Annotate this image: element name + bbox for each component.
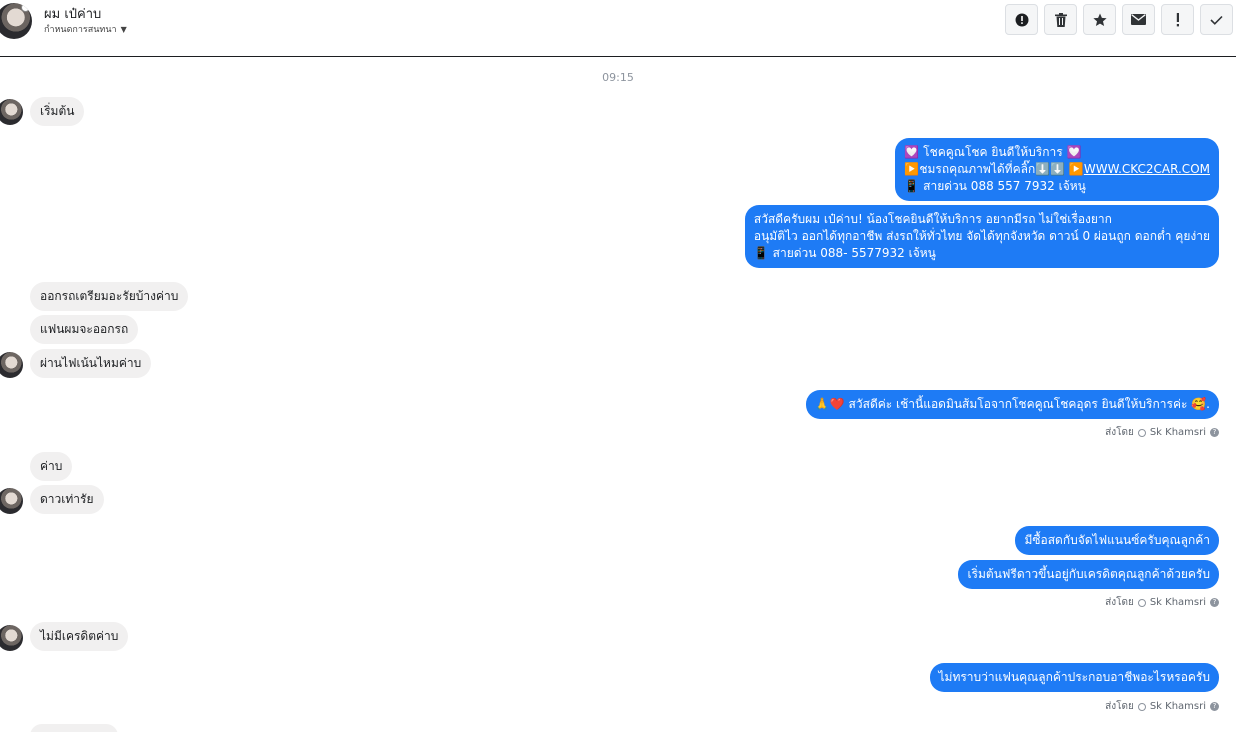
incoming-message[interactable]: แฟนผมจะออกรถ: [30, 315, 139, 344]
sent-by-label: ส่งโดย Sk Khamsri ?: [1105, 425, 1219, 440]
help-icon[interactable]: ?: [1210, 702, 1219, 711]
sent-by-prefix: ส่งโดย: [1105, 427, 1134, 438]
outgoing-message[interactable]: เริ่มต้นฟรีดาวขึ้นอยู่กับเครดิตคุณลูกค้า…: [958, 560, 1219, 589]
mark-done-button[interactable]: [1200, 4, 1233, 35]
contact-name[interactable]: ผม เป๋ค่าบ: [44, 3, 101, 24]
report-button[interactable]: [1005, 4, 1038, 35]
conversation-settings-label: กำหนดการสนทนา: [44, 25, 117, 35]
message-text: ▶️ชมรถคุณภาพได้ที่คลิ๊ก⬇️⬇️ ▶️: [904, 162, 1084, 176]
help-icon[interactable]: ?: [1210, 598, 1219, 607]
sender-name: Sk Khamsri: [1149, 427, 1206, 438]
status-indicator: [21, 3, 30, 12]
incoming-message[interactable]: ผ่านไฟเน้นไหมค่าบ: [30, 349, 152, 378]
page-icon: [1137, 702, 1146, 711]
incoming-message[interactable]: ออกรถเตรียมอะรัยบ้างค่าบ: [30, 282, 189, 311]
contact-avatar[interactable]: [0, 488, 23, 514]
header-toolbar: [1005, 4, 1233, 35]
star-button[interactable]: [1083, 4, 1116, 35]
contact-avatar[interactable]: [0, 352, 23, 378]
exclamation-circle-icon: [1015, 13, 1028, 26]
message-line: 📱 สายด่วน 088- 5577932 เจ้หนู: [753, 246, 936, 260]
incoming-message[interactable]: ดาวเท่ารัย: [30, 485, 104, 514]
message-line: 📱 สายด่วน 088 557 7932 เจ้หนู: [904, 179, 1086, 193]
mark-unread-button[interactable]: [1122, 4, 1155, 35]
delete-button[interactable]: [1044, 4, 1077, 35]
conversation-header: ผม เป๋ค่าบ กำหนดการสนทนา ▼: [0, 0, 1236, 57]
sent-by-label: ส่งโดย Sk Khamsri ?: [1105, 699, 1219, 714]
incoming-message[interactable]: [30, 724, 118, 732]
outgoing-message[interactable]: ไม่ทราบว่าแฟนคุณลูกค้าประกอบอาชีพอะไรหรอ…: [929, 663, 1219, 692]
trash-icon: [1054, 12, 1067, 27]
incoming-message[interactable]: ค่าบ: [30, 452, 73, 481]
page-icon: [1137, 598, 1146, 607]
message-line: 💟 โชคคูณโชค ยินดีให้บริการ 💟: [904, 145, 1082, 159]
envelope-icon: [1131, 14, 1146, 25]
sent-by-label: ส่งโดย Sk Khamsri ?: [1105, 595, 1219, 610]
sent-by-prefix: ส่งโดย: [1105, 701, 1134, 712]
conversation-settings-dropdown[interactable]: กำหนดการสนทนา ▼: [44, 22, 127, 36]
exclamation-icon: [1176, 12, 1179, 26]
sender-name: Sk Khamsri: [1149, 701, 1206, 712]
outgoing-message[interactable]: สวัสดีครับผม เป๋ค่าบ! น้องโชคยินดีให้บริ…: [744, 205, 1219, 268]
sent-by-prefix: ส่งโดย: [1105, 597, 1134, 608]
help-icon[interactable]: ?: [1210, 428, 1219, 437]
sender-name: Sk Khamsri: [1149, 597, 1206, 608]
website-link[interactable]: WWW.CKC2CAR.COM: [1084, 162, 1210, 176]
message-line: ▶️ชมรถคุณภาพได้ที่คลิ๊ก⬇️⬇️ ▶️WWW.CKC2CA…: [904, 161, 1210, 178]
message-timestamp: 09:15: [602, 71, 634, 84]
message-line: อนุมัติไว ออกได้ทุกอาชีพ ส่งรถให้ทั่วไทย…: [753, 229, 1210, 243]
star-icon: [1092, 13, 1107, 26]
incoming-message[interactable]: ไม่มีเครดิตค่าบ: [30, 622, 129, 651]
contact-avatar[interactable]: [0, 3, 32, 39]
incoming-message[interactable]: เริ่มต้น: [30, 97, 85, 126]
message-line: สวัสดีครับผม เป๋ค่าบ! น้องโชคยินดีให้บริ…: [753, 212, 1112, 226]
outgoing-message[interactable]: มีซื้อสดกับจัดไฟแนนซ์ครับคุณลูกค้า: [1015, 526, 1219, 555]
page-icon: [1137, 428, 1146, 437]
checkmark-icon: [1210, 15, 1223, 25]
caret-down-icon: ▼: [120, 24, 127, 34]
outgoing-message[interactable]: 🙏❤️ สวัสดีค่ะ เช้านี้แอดมินส้มโอจากโชคคู…: [805, 390, 1219, 419]
important-button[interactable]: [1161, 4, 1194, 35]
outgoing-message[interactable]: 💟 โชคคูณโชค ยินดีให้บริการ 💟 ▶️ชมรถคุณภา…: [895, 138, 1219, 201]
contact-avatar[interactable]: [0, 625, 23, 651]
contact-avatar[interactable]: [0, 99, 23, 125]
